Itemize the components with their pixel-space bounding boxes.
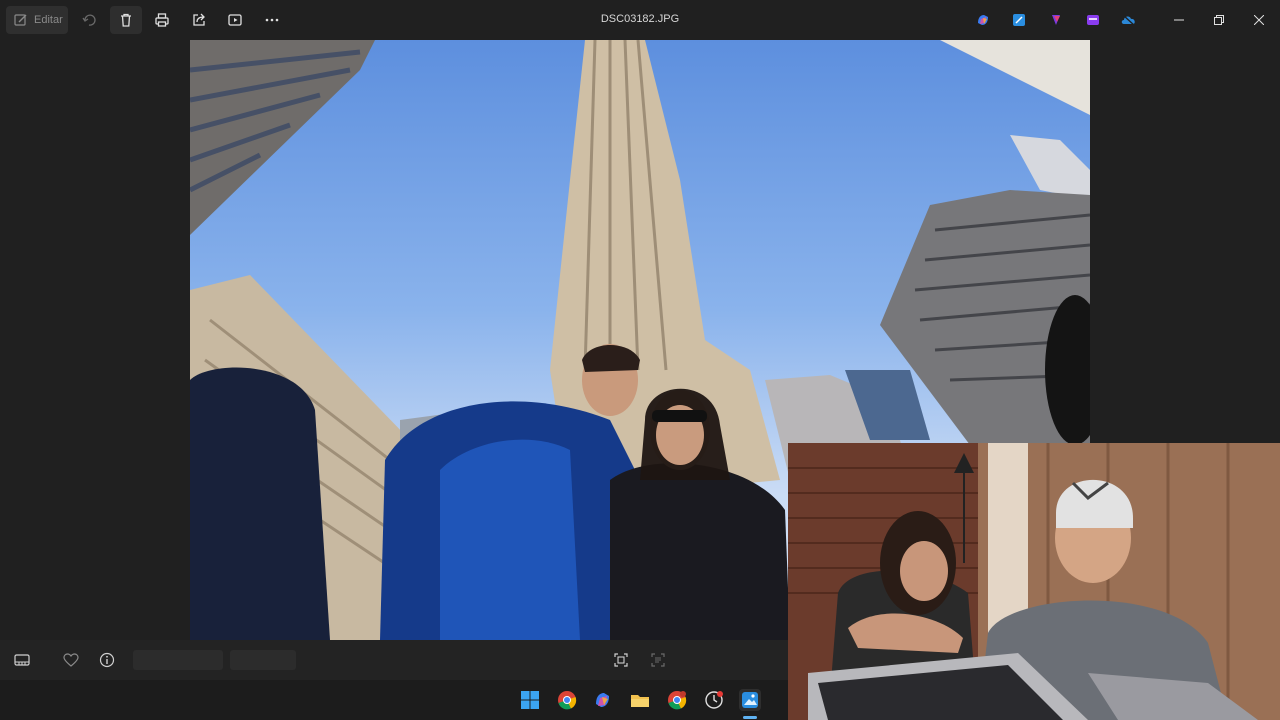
file-explorer-icon[interactable]	[629, 689, 651, 711]
designer-icon[interactable]	[1085, 12, 1101, 28]
fit-view-icon	[614, 653, 628, 667]
copilot-icon[interactable]	[975, 12, 991, 28]
close-button[interactable]	[1239, 6, 1279, 34]
photos-app-icon[interactable]	[739, 689, 761, 711]
restore-button[interactable]	[1199, 6, 1239, 34]
photos-edit-icon[interactable]	[1011, 12, 1027, 28]
clipchamp-icon[interactable]	[1048, 12, 1064, 28]
favorite-button[interactable]	[62, 651, 80, 669]
actual-size-button[interactable]	[649, 651, 667, 669]
chrome-icon[interactable]	[556, 689, 578, 711]
active-app-indicator	[743, 716, 757, 719]
info-icon	[99, 652, 115, 668]
minimize-button[interactable]	[1159, 6, 1199, 34]
favorite-icon	[63, 653, 79, 667]
chrome-profile-icon[interactable]	[666, 689, 688, 711]
fit-view-button[interactable]	[612, 651, 630, 669]
restore-icon	[1214, 15, 1224, 25]
minimize-icon	[1174, 19, 1184, 21]
metadata-placeholder-2	[230, 650, 296, 670]
clock-app-icon[interactable]	[703, 689, 725, 711]
webcam-overlay	[788, 443, 1280, 720]
actual-size-icon	[651, 653, 665, 667]
info-button[interactable]	[98, 651, 116, 669]
filmstrip-button[interactable]	[13, 651, 31, 669]
metadata-placeholder-1	[133, 650, 223, 670]
filmstrip-icon	[14, 654, 30, 666]
windows-start-icon[interactable]	[519, 689, 541, 711]
onedrive-icon[interactable]	[1121, 12, 1137, 28]
webcam-illustration	[788, 443, 1280, 720]
close-icon	[1254, 15, 1264, 25]
copilot-app-icon[interactable]	[592, 689, 614, 711]
